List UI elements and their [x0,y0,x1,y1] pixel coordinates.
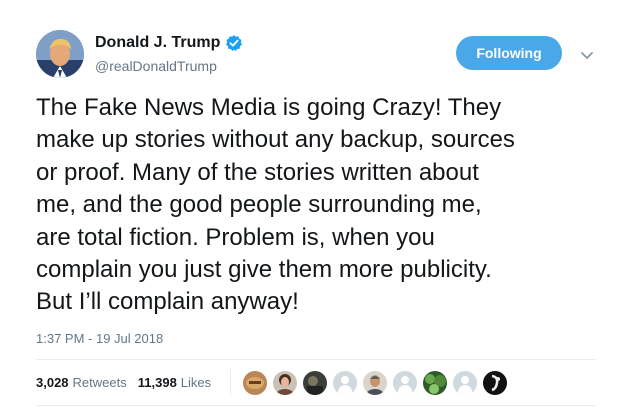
liker-avatar-dark-photo-icon[interactable] [303,371,327,395]
retweets-count: 3,028 [36,375,69,390]
tweet-card: Donald J. Trump @realDonaldTrump Followi… [0,0,623,419]
likes-count: 11,398 [137,375,177,390]
likes-stat[interactable]: 11,398 Likes [138,375,211,390]
divider [36,359,596,360]
author-display-name[interactable]: Donald J. Trump [95,34,220,52]
tweet-text-line: me, and the good people surrounding me, [36,191,482,219]
tweet-text-line: complain you just give them more publici… [36,256,492,284]
tweet-text-line: The Fake News Media is going Crazy! They [36,94,502,121]
liker-avatars [243,371,513,395]
verified-badge-icon [225,34,243,52]
author-name-row: Donald J. Trump [95,34,243,52]
tweet-text-line: But I’ll complain anyway! [36,288,299,316]
tweet-timestamp[interactable]: 1:37 PM - 19 Jul 2018 [36,331,163,346]
liker-avatar-black-white-icon[interactable] [483,371,507,395]
retweets-stat[interactable]: 3,028 Retweets [36,375,127,390]
liker-avatar-man-icon[interactable] [363,371,387,395]
author-handle[interactable]: @realDonaldTrump [95,58,217,74]
profile-photo-icon [36,30,84,78]
chevron-down-icon[interactable] [580,48,594,59]
tweet-text-line: or proof. Many of the stories written ab… [36,158,479,186]
following-button[interactable]: Following [456,36,562,70]
liker-avatar-green-leaves-icon[interactable] [423,371,447,395]
liker-avatar-default-icon[interactable] [393,371,417,395]
liker-avatar-brown-badge-icon[interactable] [243,371,267,395]
stats-separator [230,369,231,395]
tweet-text-line: make up stories without any backup, sour… [36,126,515,154]
divider [36,405,596,406]
author-avatar[interactable] [36,30,84,78]
tweet-text-line: are total fiction. Problem is, when you [36,223,435,251]
likes-label: Likes [180,375,212,390]
liker-avatar-woman-icon[interactable] [273,371,297,395]
retweets-label: Retweets [72,375,127,390]
tweet-text: The Fake News Media is going Crazy! They… [36,92,611,319]
liker-avatar-default-icon[interactable] [453,371,477,395]
tweet-stats: 3,028 Retweets 11,398 Likes [36,375,211,390]
liker-avatar-default-icon[interactable] [333,371,357,395]
